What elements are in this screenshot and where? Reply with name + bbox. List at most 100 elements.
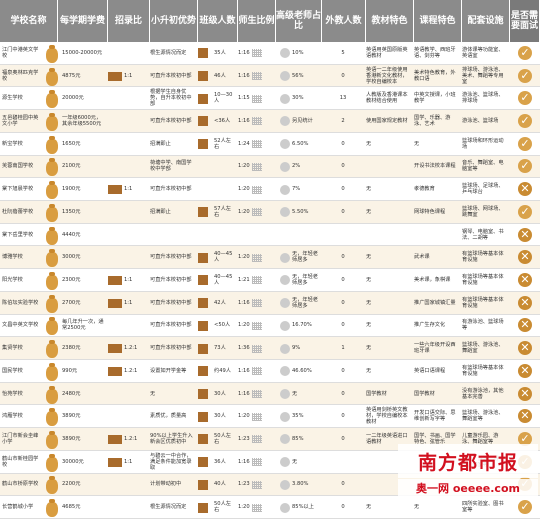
foreign-teacher-count: 0 xyxy=(322,405,364,427)
school-name: 棠下旭晨学校 xyxy=(2,178,40,200)
school-name: 江门市新会圭峰小学 xyxy=(2,428,40,450)
header-courses: 课程特色 xyxy=(414,0,462,42)
money-bag-icon xyxy=(46,135,58,154)
teacher-student-ratio: 1:23 xyxy=(238,428,274,450)
admission-ratio: 1.2:1 xyxy=(108,337,148,359)
textbook-features: 无 xyxy=(366,201,412,223)
table-row: 五邑碧桂园中英文小学 一年级6000元，其余年级5500元 可直升本校初中部 <36人… xyxy=(0,110,540,133)
cross-icon: ✕ xyxy=(518,386,532,401)
class-size-text: 50人左右 xyxy=(214,501,231,514)
tuition-fee-text: 2380元 xyxy=(62,345,81,352)
admission-ratio: 1.2:1 xyxy=(108,360,148,382)
senior-teacher-ratio-text: 无 xyxy=(292,390,298,397)
transition-advantage-text: 可直升本校初中部 xyxy=(150,322,192,329)
course-features-text: 国学、乐器、游泳、艺术 xyxy=(414,114,451,127)
foreign-teacher-count-text: 0 xyxy=(341,163,345,170)
teacher-student-ratio-text: 1:20 xyxy=(238,208,250,215)
transition-advantage-text: 计划带动初中 xyxy=(150,481,182,488)
course-features-text: 英语教学、西班牙语、剑芬等 xyxy=(414,46,456,59)
class-size: 46人 xyxy=(198,65,236,87)
senior-teacher-ratio: 无，年轻老师居多 xyxy=(276,246,320,268)
textbook-features-text: 英语用英国原版英语教材 xyxy=(366,46,408,59)
interview-required: ✕ xyxy=(510,337,540,359)
facilities: 有篮球场等基本体育设施 xyxy=(462,269,508,291)
class-size: 50人左右 xyxy=(198,428,236,450)
textbook-features-text: 无 xyxy=(366,208,372,215)
tuition-fee: 2100元 xyxy=(62,156,106,178)
facilities: 篮球场、足球场、乒乓球台 xyxy=(462,178,508,200)
teacher-student-ratio-text: 1:16 xyxy=(238,390,250,397)
interview-required: ✓ xyxy=(510,110,540,132)
facilities: 篮球场、游泳池、舞蹈室等 xyxy=(462,405,508,427)
tuition-fee: 3890元 xyxy=(62,428,106,450)
school-name: 新宝学校 xyxy=(2,133,40,155)
school-name-text: 怡苑学校 xyxy=(2,390,23,397)
course-features-text: 推广生存文化 xyxy=(414,322,446,329)
tuition-fee-text: 一年级6000元，其余年级5500元 xyxy=(62,114,102,127)
table-row: 陈伯坛实验学校 2700元 1:1 可直升本校初中部 42人 1:16 无，年轻老师居多 0 无… xyxy=(0,291,540,315)
school-name: 鸿雁学校 xyxy=(2,405,40,427)
foreign-teacher-count-text: 0 xyxy=(341,254,345,261)
table-row: 鸿雁学校 3890元 素质优，质量高 30人 1:20 35% 0 英语用剑桥英文教材，学校自… xyxy=(0,405,540,429)
course-features-text: 无 xyxy=(414,140,420,147)
school-name-text: 源生学校 xyxy=(2,95,23,102)
check-icon: ✓ xyxy=(518,113,532,128)
transition-advantage-text: 可直升本校初中部 xyxy=(150,117,192,124)
senior-teacher-ratio-text: 无，年轻老师居多 xyxy=(292,296,318,309)
class-size: 50人左右 xyxy=(198,496,236,518)
transition-advantage-text: 根生源情况而定 xyxy=(150,49,187,56)
course-features: 推广生存文化 xyxy=(414,315,460,337)
tuition-fee-text: 1650元 xyxy=(62,140,81,147)
foreign-teacher-count: 0 xyxy=(322,201,364,223)
school-name: 长营鹤城小学 xyxy=(2,496,40,518)
transition-advantage: 素质优，质量高 xyxy=(150,405,196,427)
admission-ratio xyxy=(108,405,148,427)
class-size: 40—45人 xyxy=(198,246,236,268)
facilities-text: 篮球场、游泳池、舞蹈室等 xyxy=(462,410,504,423)
interview-required: ✕ xyxy=(510,383,540,405)
course-features-text: 中英文授课，小班教学 xyxy=(414,92,456,105)
class-size-text: 57人左右 xyxy=(214,205,231,218)
table-row: 博雅学校 3000元 可直升本校初中部 40—45人 1:20 无，年轻老师居多 0 无 武术课… xyxy=(0,246,540,270)
school-name-text: 五邑碧桂园中英文小学 xyxy=(2,114,39,127)
facilities: 有篮球场等基本体育设施 xyxy=(462,246,508,268)
course-features: 一些六年级开设西班牙课 xyxy=(414,337,460,359)
interview-required: ✕ xyxy=(510,246,540,268)
transition-advantage: 计划带动初中 xyxy=(150,474,196,496)
money-bag-icon xyxy=(46,317,58,336)
facilities-text: 游体课等功能室、英语室 xyxy=(462,46,504,59)
course-features-text: 美术特色教育，外教口语 xyxy=(414,69,456,82)
class-size-text: 40人 xyxy=(214,481,226,488)
class-size: 73人 xyxy=(198,337,236,359)
foreign-teacher-count-text: 5 xyxy=(341,49,345,56)
senior-teacher-ratio: 3.80% xyxy=(276,474,320,496)
senior-teacher-ratio-text: 另见统计 xyxy=(292,117,313,124)
tuition-fee: 30000元 xyxy=(62,451,106,473)
interview-required: ✓ xyxy=(510,496,540,518)
course-features: 英语口语课程 xyxy=(414,360,460,382)
money-bag-icon xyxy=(46,294,58,313)
school-name: 芙蓉南国学校 xyxy=(2,156,40,178)
school-name: 五邑碧桂园中英文小学 xyxy=(2,110,40,132)
textbook-features-text: 无 xyxy=(366,504,372,511)
teacher-student-ratio: 1:20 xyxy=(238,178,274,200)
interview-required: ✓ xyxy=(510,42,540,64)
course-features-text: 推广国家城镇汇量 xyxy=(414,299,456,306)
money-bag-icon xyxy=(46,226,58,245)
admission-ratio xyxy=(108,383,148,405)
teacher-student-ratio-text: 1:20 xyxy=(238,322,250,329)
class-size: 57人左右 xyxy=(198,201,236,223)
foreign-teacher-count xyxy=(322,224,364,246)
teacher-student-ratio-text: 1:16 xyxy=(238,49,250,56)
facilities: 游体课等功能室、英语室 xyxy=(462,42,508,64)
textbook-features-text: 使用国家规定教材 xyxy=(366,117,408,124)
tuition-fee: 1350元 xyxy=(62,201,106,223)
interview-required: ✓ xyxy=(510,87,540,109)
textbook-features-text: 无 xyxy=(366,345,372,352)
admission-ratio-text: 1:1 xyxy=(124,276,133,283)
tuition-fee: 4440元 xyxy=(62,224,106,246)
tuition-fee-text: 2200元 xyxy=(62,481,81,488)
foreign-teacher-count-text: 0 xyxy=(341,504,345,511)
facilities-text: 有篮球场等基本体育设施 xyxy=(462,364,504,377)
interview-required: ✕ xyxy=(510,269,540,291)
